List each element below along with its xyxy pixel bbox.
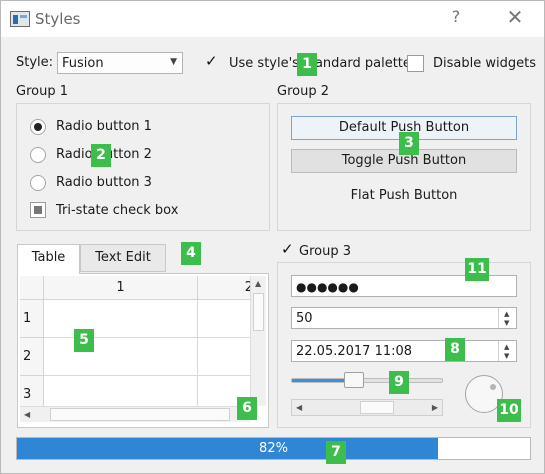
window-title: Styles bbox=[35, 10, 81, 28]
scroll-right-icon[interactable]: ▶ bbox=[432, 403, 438, 412]
scroll-up-icon[interactable]: ▲ bbox=[255, 279, 261, 288]
table-cell[interactable] bbox=[44, 300, 198, 338]
annotation-badge: 5 bbox=[74, 329, 94, 352]
spin-box[interactable]: 50 ▲ ▼ bbox=[291, 307, 517, 329]
column-header[interactable]: 1 bbox=[44, 276, 198, 300]
annotation-badge: 4 bbox=[181, 242, 201, 265]
table-corner bbox=[20, 276, 44, 300]
table-cell[interactable] bbox=[198, 300, 250, 338]
table-cell[interactable] bbox=[198, 338, 250, 376]
partial-check-icon bbox=[34, 206, 42, 214]
disable-widgets-checkbox[interactable] bbox=[407, 55, 424, 72]
radio-dot-icon bbox=[34, 123, 42, 131]
check-mark-icon: ✓ bbox=[205, 52, 218, 70]
standard-palette-checkbox[interactable]: ✓ bbox=[204, 52, 221, 72]
spin-up-icon[interactable]: ▲ bbox=[504, 343, 509, 351]
spin-buttons[interactable]: ▲ ▼ bbox=[498, 308, 516, 328]
table-cell[interactable] bbox=[44, 338, 198, 376]
password-value: ●●●●●● bbox=[296, 280, 359, 294]
radio-button-3[interactable] bbox=[30, 175, 46, 191]
flat-push-button[interactable]: Flat Push Button bbox=[291, 188, 517, 203]
spin-box-value: 50 bbox=[296, 311, 313, 326]
radio-label-1[interactable]: Radio button 1 bbox=[56, 119, 152, 134]
spin-up-icon[interactable]: ▲ bbox=[504, 310, 509, 318]
annotation-badge: 6 bbox=[237, 397, 257, 420]
slider-handle[interactable] bbox=[344, 372, 364, 388]
datetime-edit[interactable]: 22.05.2017 11:08 ▲ ▼ bbox=[291, 340, 517, 362]
styles-window: Styles ? ✕ Style: Fusion ▼ ✓ Use style's… bbox=[0, 0, 545, 474]
radio-button-2[interactable] bbox=[30, 147, 46, 163]
progress-bar: 82% bbox=[16, 437, 531, 460]
style-combo[interactable]: Fusion ▼ bbox=[57, 52, 183, 74]
table-cell[interactable] bbox=[44, 376, 198, 406]
annotation-badge: 2 bbox=[91, 144, 111, 167]
dial-indicator bbox=[490, 384, 496, 390]
slider-fill bbox=[292, 379, 350, 382]
chevron-down-icon: ▼ bbox=[170, 57, 177, 67]
help-button[interactable]: ? bbox=[447, 7, 465, 26]
annotation-badge: 1 bbox=[297, 53, 317, 76]
check-mark-icon: ✓ bbox=[281, 240, 294, 258]
group1-title: Group 1 bbox=[16, 84, 68, 99]
datetime-spin-buttons[interactable]: ▲ ▼ bbox=[498, 341, 516, 361]
style-combo-value: Fusion bbox=[62, 56, 104, 71]
radio-button-1[interactable] bbox=[30, 119, 46, 135]
scroll-left-icon[interactable]: ◀ bbox=[24, 410, 30, 419]
annotation-badge: 3 bbox=[399, 132, 419, 155]
app-window-icon bbox=[10, 11, 30, 27]
group3-checkbox[interactable]: ✓ bbox=[280, 240, 297, 260]
table-horizontal-scrollbar[interactable]: ◀ bbox=[20, 406, 250, 422]
disable-widgets-label[interactable]: Disable widgets bbox=[433, 56, 536, 71]
row-header[interactable]: 3 bbox=[20, 376, 44, 406]
progress-text: 82% bbox=[259, 441, 288, 456]
tristate-label[interactable]: Tri-state check box bbox=[56, 203, 178, 218]
annotation-badge: 11 bbox=[465, 258, 489, 281]
tristate-checkbox[interactable] bbox=[30, 202, 46, 218]
table-view[interactable]: 1 2 1 2 3 bbox=[20, 276, 250, 406]
column-header[interactable]: 2 bbox=[198, 276, 250, 300]
style-label: Style: bbox=[16, 55, 54, 70]
scrollbar-thumb[interactable] bbox=[253, 293, 264, 331]
scrollbar-thumb[interactable] bbox=[360, 401, 394, 414]
row-header[interactable]: 1 bbox=[20, 300, 44, 338]
spin-down-icon[interactable]: ▼ bbox=[504, 352, 509, 360]
scroll-left-icon[interactable]: ◀ bbox=[296, 403, 302, 412]
title-bar: Styles ? ✕ bbox=[1, 1, 544, 37]
annotation-badge: 10 bbox=[497, 399, 521, 422]
annotation-badge: 9 bbox=[389, 371, 409, 394]
annotation-badge: 7 bbox=[326, 441, 346, 464]
scrollbar-thumb[interactable] bbox=[50, 408, 230, 421]
annotation-badge: 8 bbox=[445, 338, 465, 361]
row-header[interactable]: 2 bbox=[20, 338, 44, 376]
tab-text-edit[interactable]: Text Edit bbox=[80, 244, 166, 272]
close-icon[interactable]: ✕ bbox=[504, 5, 526, 29]
tab-table[interactable]: Table bbox=[17, 244, 80, 274]
radio-label-3[interactable]: Radio button 3 bbox=[56, 175, 152, 190]
group3-title[interactable]: Group 3 bbox=[299, 244, 351, 259]
group2-title: Group 2 bbox=[277, 84, 329, 99]
standard-palette-label[interactable]: Use style's standard palette bbox=[229, 56, 411, 71]
horizontal-scrollbar[interactable]: ◀ ▶ bbox=[291, 399, 443, 416]
table-vertical-scrollbar[interactable]: ▲ bbox=[250, 276, 266, 406]
spin-down-icon[interactable]: ▼ bbox=[504, 319, 509, 327]
datetime-value: 22.05.2017 11:08 bbox=[296, 344, 413, 359]
